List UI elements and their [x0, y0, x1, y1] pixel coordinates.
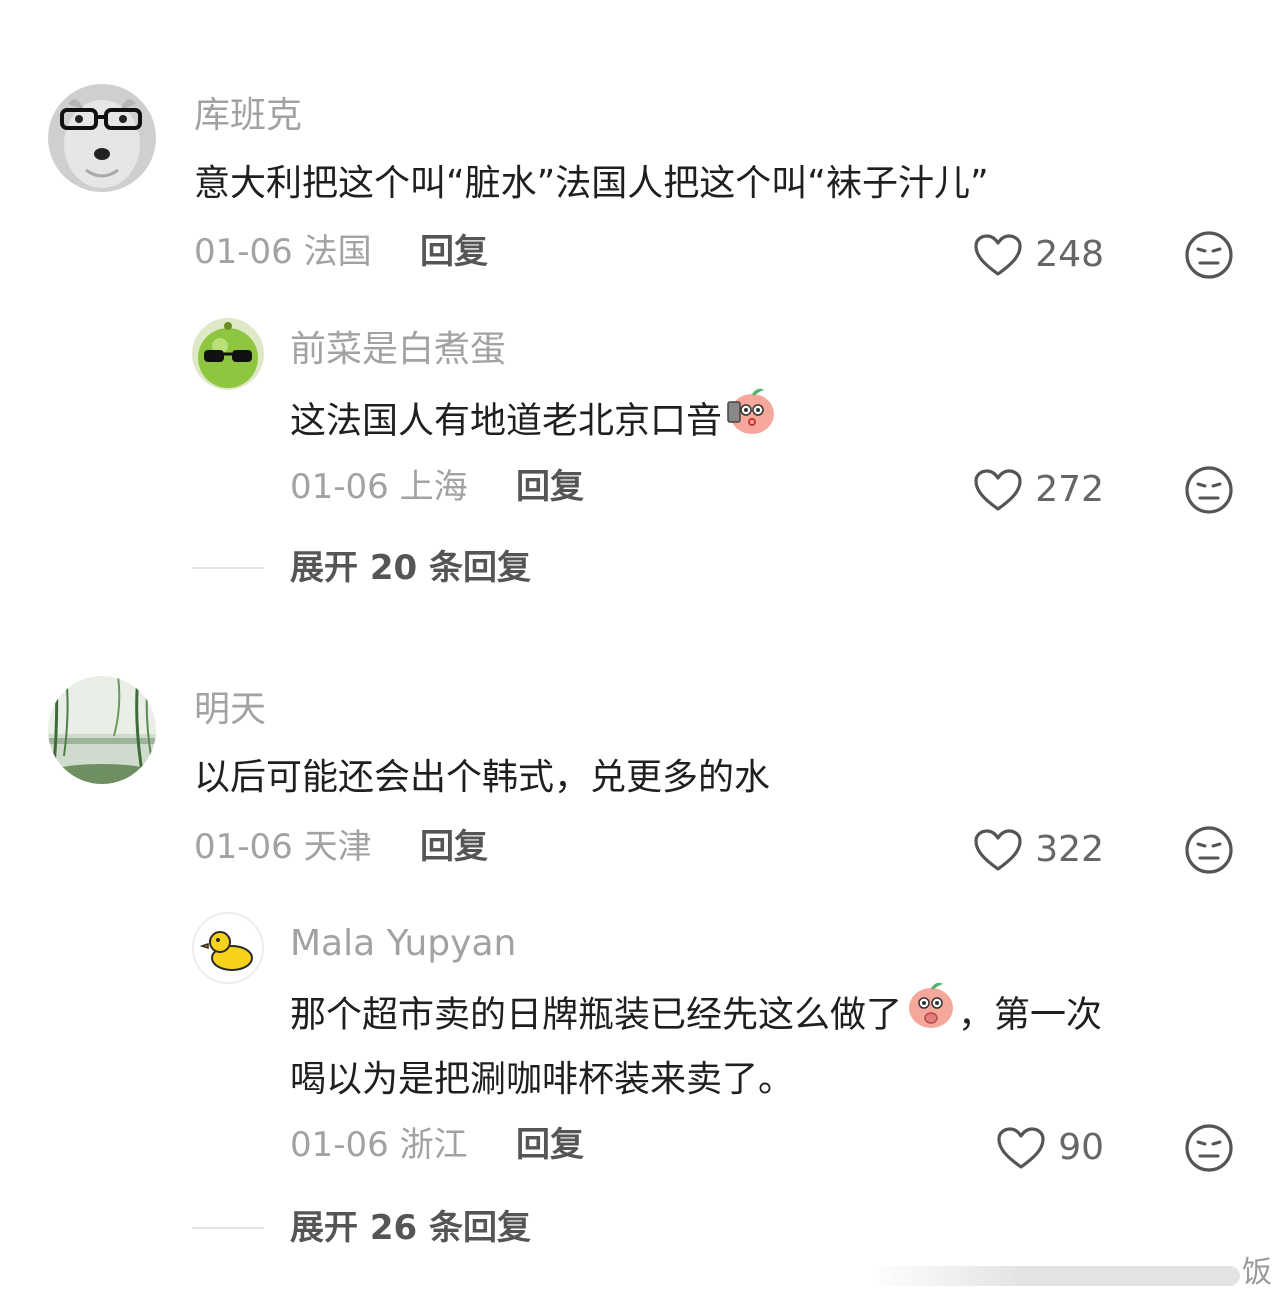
peach-face-emoji-icon	[904, 978, 958, 1055]
green-ball-sunglasses-avatar-icon	[192, 318, 264, 390]
reply-location: 上海	[399, 467, 468, 507]
reply-button[interactable]: 回复	[516, 1128, 584, 1162]
reply-text-row: 这法国人有地道老北京口音	[290, 384, 778, 461]
dislike-button[interactable]	[1184, 1123, 1234, 1177]
willow-lake-avatar-icon	[48, 676, 156, 784]
dislike-button[interactable]	[1184, 230, 1234, 284]
expand-replies-button[interactable]: 展开 26 条回复	[290, 1211, 531, 1245]
comment-username[interactable]: 库班克	[194, 98, 302, 134]
avatar-kubanke[interactable]	[48, 84, 156, 192]
expand-divider	[192, 1227, 264, 1229]
reply-meta: 01-06 浙江	[290, 1128, 468, 1162]
dislike-button[interactable]	[1184, 825, 1234, 879]
like-button[interactable]: 322	[973, 826, 1104, 874]
comment-date: 01-06	[194, 232, 293, 272]
comment-location: 法国	[303, 232, 372, 272]
reply-text-part1: 那个超市卖的日牌瓶装已经先这么做了	[290, 994, 903, 1036]
reply-date: 01-06	[290, 1125, 389, 1165]
watermark-text: 饭	[1242, 1255, 1272, 1290]
heart-icon	[974, 469, 1022, 511]
reply-text-line1: 那个超市卖的日牌瓶装已经先这么做了 ，第一次	[290, 978, 1102, 1055]
dislike-button[interactable]	[1184, 465, 1234, 519]
like-count: 90	[1058, 1127, 1104, 1168]
reply-date: 01-06	[290, 467, 389, 507]
peach-face-emoji-icon	[724, 384, 778, 461]
heart-icon	[997, 1127, 1045, 1169]
comment-meta: 01-06 天津	[194, 830, 372, 864]
meh-face-icon	[1185, 231, 1233, 279]
reply-username[interactable]: 前菜是白煮蛋	[290, 332, 506, 368]
reply-location: 浙江	[399, 1125, 468, 1165]
reply-meta: 01-06 上海	[290, 470, 468, 504]
like-button[interactable]: 248	[973, 231, 1104, 279]
comment-location: 天津	[303, 827, 372, 867]
reply-text-line2: 喝以为是把涮咖啡杯装来卖了。	[290, 1059, 795, 1100]
meh-face-icon	[1185, 1124, 1233, 1172]
comment-text: 以后可能还会出个韩式，兑更多的水	[194, 757, 771, 798]
comment-username[interactable]: 明天	[194, 692, 266, 728]
comment-date: 01-06	[194, 827, 293, 867]
meh-face-icon	[1185, 466, 1233, 514]
expand-divider	[192, 567, 264, 569]
yellow-duck-avatar-icon	[194, 914, 262, 982]
heart-icon	[974, 829, 1022, 871]
like-count: 322	[1035, 829, 1104, 870]
watermark-bar	[870, 1266, 1240, 1286]
expand-replies-button[interactable]: 展开 20 条回复	[290, 551, 531, 585]
like-count: 272	[1035, 469, 1104, 510]
reply-button[interactable]: 回复	[516, 470, 584, 504]
like-count: 248	[1035, 234, 1104, 275]
comment-text: 意大利把这个叫“脏水”法国人把这个叫“袜子汁儿”	[194, 163, 989, 204]
dog-with-glasses-avatar-icon	[48, 84, 156, 192]
meh-face-icon	[1185, 826, 1233, 874]
reply-button[interactable]: 回复	[420, 235, 488, 269]
reply-text-part2: ，第一次	[958, 994, 1103, 1036]
reply-text: 这法国人有地道老北京口音	[290, 400, 723, 442]
like-button[interactable]: 90	[996, 1124, 1104, 1172]
avatar-qiancai[interactable]	[192, 318, 264, 390]
reply-button[interactable]: 回复	[420, 830, 488, 864]
like-button[interactable]: 272	[973, 466, 1104, 514]
avatar-mala-yupyan[interactable]	[192, 912, 264, 984]
avatar-mingtian[interactable]	[48, 676, 156, 784]
reply-username[interactable]: Mala Yupyan	[290, 926, 516, 962]
heart-icon	[974, 234, 1022, 276]
comment-meta: 01-06 法国	[194, 235, 372, 269]
